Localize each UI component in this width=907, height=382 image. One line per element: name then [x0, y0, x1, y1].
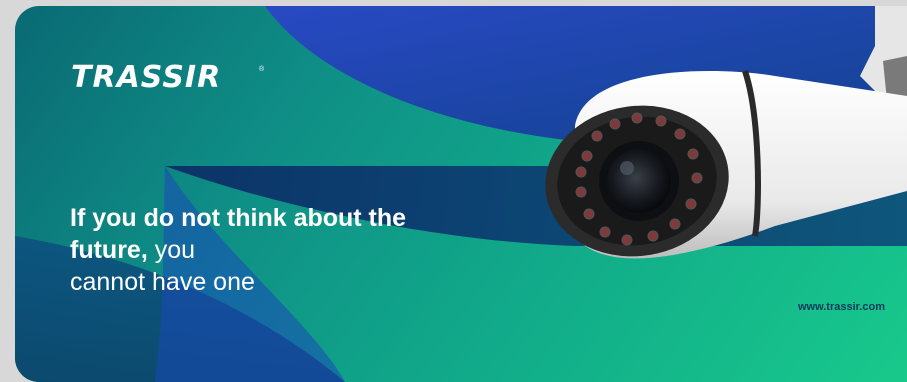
security-camera-image: [545, 6, 907, 259]
tagline-bold: If you do not think about the future,: [70, 204, 407, 264]
tagline-regular-2: cannot have one: [70, 268, 255, 296]
tagline: If you do not think about the future, yo…: [70, 202, 450, 298]
registered-mark: ®: [259, 66, 265, 73]
tagline-regular-1: you: [147, 236, 196, 264]
promo-banner: TRASSIR ® If you do not think about the …: [15, 6, 907, 382]
trassir-logo: TRASSIR ®: [71, 58, 265, 98]
logo-wordmark: TRASSIR: [71, 60, 222, 95]
website-url: www.trassir.com: [797, 301, 885, 313]
